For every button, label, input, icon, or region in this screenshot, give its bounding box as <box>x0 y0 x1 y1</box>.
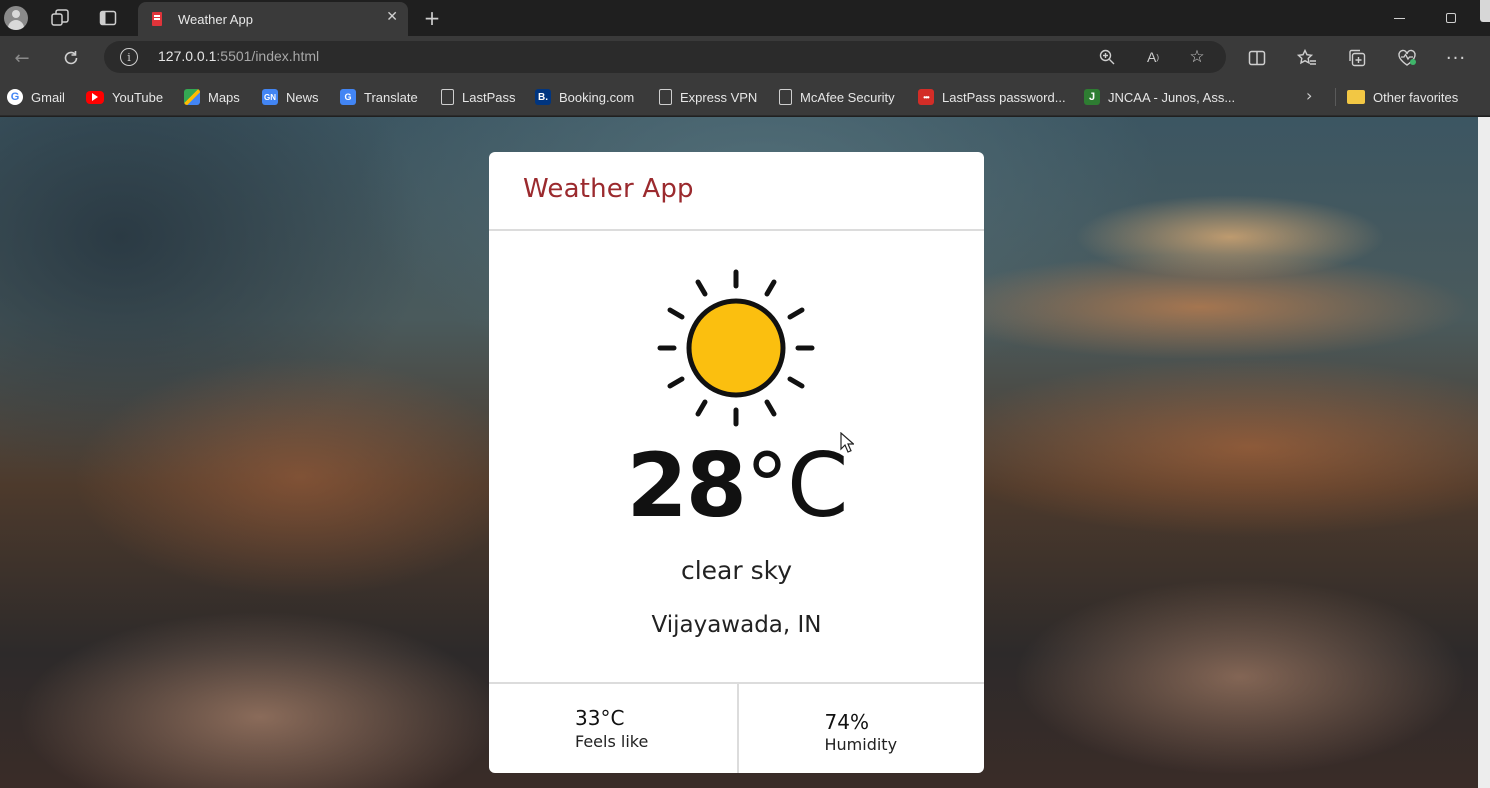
booking-icon: B. <box>535 89 551 105</box>
bookmark-jncaa[interactable]: J JNCAA - Junos, Ass... <box>1084 88 1235 106</box>
browser-tab-strip: Weather App ✕ + <box>0 0 1490 36</box>
bookmark-label: Booking.com <box>559 89 635 105</box>
bookmarks-bar: G Gmail YouTube Maps GN News G Translate La… <box>0 78 1490 116</box>
bookmark-express-vpn[interactable]: Express VPN <box>659 88 757 106</box>
profile-avatar-icon[interactable] <box>2 4 30 32</box>
bookmark-lastpass[interactable]: LastPass <box>441 88 515 106</box>
location-name: Vijayawada, IN <box>651 612 822 638</box>
collections-icon[interactable] <box>1345 46 1369 70</box>
weather-card: Weather App 28°C clear sky Vijayawada, I… <box>489 152 984 773</box>
new-tab-plus-icon[interactable]: + <box>418 4 446 32</box>
temperature-unit: °C <box>745 434 848 537</box>
window-restore-icon[interactable] <box>1440 4 1462 32</box>
bookmark-label: Express VPN <box>680 89 758 105</box>
weather-details: 33°C Feels like 74% Humidity <box>489 682 984 773</box>
bookmark-label: LastPass password... <box>942 89 1066 105</box>
page-icon <box>441 89 454 105</box>
favorites-icon[interactable] <box>1295 46 1319 70</box>
feels-like-cell: 33°C Feels like <box>489 684 737 773</box>
split-screen-icon[interactable] <box>1245 46 1269 70</box>
bookmark-label: LastPass <box>462 89 516 105</box>
url-text[interactable]: 127.0.0.1:5501/index.html <box>158 48 319 64</box>
back-arrow-icon[interactable]: ← <box>8 44 36 72</box>
bookmark-booking[interactable]: B. Booking.com <box>535 88 634 106</box>
window-edge <box>1480 0 1490 22</box>
bookmark-lastpass-password[interactable]: ••• LastPass password... <box>918 88 1066 106</box>
humidity-cell: 74% Humidity <box>736 684 985 773</box>
youtube-icon <box>86 90 104 104</box>
bookmark-translate[interactable]: G Translate <box>340 88 418 106</box>
workspaces-icon[interactable] <box>46 4 74 32</box>
news-icon: GN <box>262 89 278 105</box>
bookmark-label: YouTube <box>112 89 164 105</box>
zoom-icon[interactable] <box>1096 46 1118 68</box>
humidity-label: Humidity <box>824 735 898 754</box>
card-header: Weather App <box>489 152 984 231</box>
add-favorite-star-icon[interactable]: ☆ <box>1186 46 1208 68</box>
humidity-value: 74% <box>824 710 869 734</box>
bookmark-label: JNCAA - Junos, Ass... <box>1108 89 1236 105</box>
temperature-readout: 28°C <box>489 442 984 530</box>
browser-essentials-heart-icon[interactable] <box>1395 46 1419 70</box>
tab-close-icon[interactable]: ✕ <box>386 9 398 25</box>
bookmarks-divider <box>1335 88 1336 106</box>
site-info-icon[interactable]: i <box>120 48 138 66</box>
bookmark-label: Translate <box>364 89 418 105</box>
bookmark-label: McAfee Security <box>800 89 895 105</box>
reload-icon[interactable] <box>57 44 85 72</box>
folder-icon <box>1347 90 1365 104</box>
bookmark-label: Gmail <box>31 89 65 105</box>
sun-icon <box>657 269 815 427</box>
url-path: :5501/index.html <box>216 48 320 64</box>
active-tab[interactable]: Weather App ✕ <box>138 2 408 36</box>
google-icon: G <box>7 89 23 105</box>
app-title: Weather App <box>523 174 694 204</box>
temperature-value: 28 <box>626 434 747 537</box>
bookmark-label: Maps <box>208 89 240 105</box>
address-bar[interactable]: i 127.0.0.1:5501/index.html A) ☆ <box>104 41 1226 73</box>
page-icon <box>779 89 792 105</box>
bookmark-maps[interactable]: Maps <box>184 88 240 106</box>
url-host: 127.0.0.1 <box>158 48 217 64</box>
bookmark-gmail[interactable]: G Gmail <box>7 88 65 106</box>
read-aloud-icon[interactable]: A) <box>1142 46 1164 68</box>
lastpass-icon: ••• <box>918 89 934 105</box>
window-edge <box>1478 117 1490 788</box>
translate-icon: G <box>340 89 356 105</box>
weather-description: clear sky <box>680 556 793 585</box>
maps-icon <box>184 89 200 105</box>
feels-like-label: Feels like <box>575 732 649 751</box>
bookmark-label: News <box>286 89 319 105</box>
bookmarks-overflow-chevron-icon[interactable]: › <box>1306 86 1312 105</box>
tab-title: Weather App <box>178 11 253 27</box>
tab-favicon-icon <box>152 12 162 26</box>
window-minimize-icon[interactable] <box>1388 4 1410 32</box>
page-icon <box>659 89 672 105</box>
tab-actions-icon[interactable] <box>94 4 122 32</box>
bookmark-label: Other favorites <box>1373 89 1459 105</box>
browser-toolbar: ← i 127.0.0.1:5501/index.html A) ☆ ··· <box>0 36 1490 78</box>
more-options-icon[interactable]: ··· <box>1444 46 1468 70</box>
bookmark-other-favorites[interactable]: Other favorites <box>1347 88 1458 106</box>
bookmark-mcafee[interactable]: McAfee Security <box>779 88 895 106</box>
page-viewport: Weather App 28°C clear sky Vijayawada, I… <box>0 117 1478 788</box>
feels-like-value: 33°C <box>575 706 625 730</box>
bookmark-youtube[interactable]: YouTube <box>86 88 163 106</box>
bookmark-news[interactable]: GN News <box>262 88 319 106</box>
j-icon: J <box>1084 89 1100 105</box>
mouse-cursor-icon <box>840 432 854 453</box>
